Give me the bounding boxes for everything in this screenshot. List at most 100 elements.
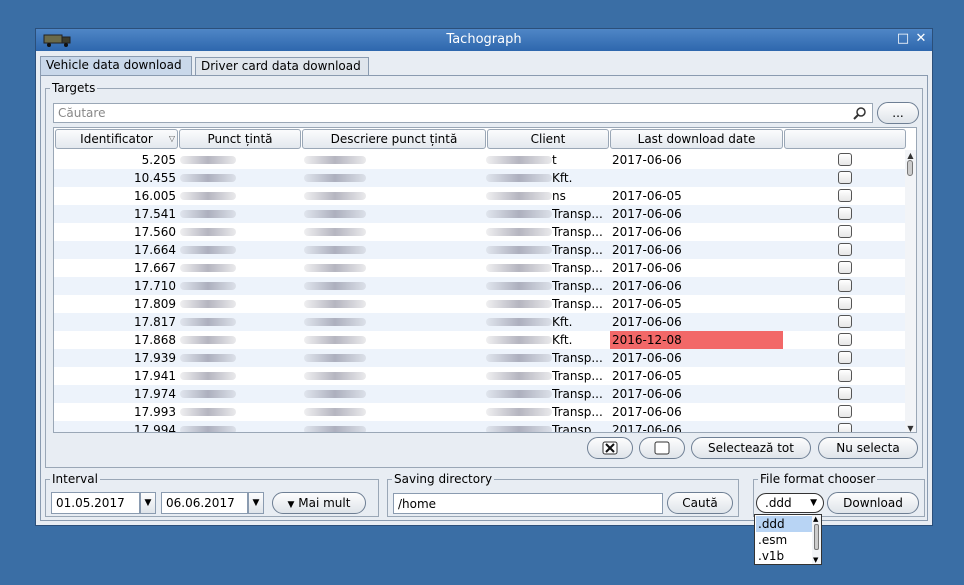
table-row[interactable]: 10.455 Kft. (54, 169, 906, 187)
row-checkbox[interactable] (838, 351, 852, 364)
title-bar[interactable]: Tachograph □ ✕ (36, 29, 932, 51)
cell-client: Kft. (552, 333, 573, 347)
cell-identificator: 10.455 (134, 171, 176, 185)
redacted-text (486, 282, 552, 290)
row-checkbox[interactable] (838, 189, 852, 202)
row-checkbox[interactable] (838, 297, 852, 310)
redacted-text (486, 318, 552, 326)
cell-last-download-date: 2017-06-06 (612, 405, 682, 419)
table-row[interactable]: 5.205 t 2017-06-06 (54, 151, 906, 169)
row-checkbox[interactable] (838, 333, 852, 346)
redacted-text (304, 264, 366, 272)
more-options-button[interactable]: ... (877, 102, 919, 124)
interval-from-dropdown[interactable]: ▼ (140, 492, 156, 514)
download-button[interactable]: Download (827, 492, 919, 514)
browse-button[interactable]: Caută (667, 492, 733, 514)
scroll-thumb[interactable] (814, 524, 819, 550)
row-checkbox[interactable] (838, 387, 852, 400)
scroll-up-icon[interactable]: ▲ (813, 515, 818, 523)
redacted-text (180, 318, 236, 326)
format-option-esm[interactable]: .esm (756, 532, 812, 548)
column-header-client[interactable]: Client (487, 129, 609, 149)
row-checkbox[interactable] (838, 225, 852, 238)
row-checkbox[interactable] (838, 279, 852, 292)
redacted-text (486, 210, 552, 218)
file-format-select[interactable]: .ddd ▼ (756, 493, 824, 513)
row-checkbox[interactable] (838, 171, 852, 184)
cell-identificator: 17.664 (134, 243, 176, 257)
table-row[interactable]: 17.560 Transp... 2017-06-06 (54, 223, 906, 241)
column-header-descriere[interactable]: Descriere punct țintă (302, 129, 486, 149)
interval-to-dropdown[interactable]: ▼ (248, 492, 264, 514)
cell-client: Transp... (552, 351, 603, 365)
select-none-button[interactable]: Nu selecta (818, 437, 918, 459)
redacted-text (304, 228, 366, 236)
scroll-down-icon[interactable]: ▼ (813, 556, 818, 564)
column-header-identificator[interactable]: Identificator ▽ (55, 129, 178, 149)
interval-to-input[interactable]: 06.06.2017 (161, 492, 248, 514)
cell-identificator: 17.974 (134, 387, 176, 401)
tachograph-window: Tachograph □ ✕ Vehicle data download Dri… (35, 28, 933, 526)
search-input[interactable]: Căutare (53, 103, 873, 123)
redacted-text (486, 336, 552, 344)
row-checkbox[interactable] (838, 369, 852, 382)
dropdown-scrollbar[interactable]: ▲ ▼ (812, 515, 821, 564)
row-checkbox[interactable] (838, 153, 852, 166)
table-row[interactable]: 17.667 Transp... 2017-06-06 (54, 259, 906, 277)
more-interval-button[interactable]: ▼ Mai mult (272, 492, 366, 514)
cell-identificator: 17.939 (134, 351, 176, 365)
cell-identificator: 17.868 (134, 333, 176, 347)
cell-identificator: 17.541 (134, 207, 176, 221)
close-icon[interactable]: ✕ (914, 32, 928, 46)
row-checkbox[interactable] (838, 423, 852, 432)
row-checkbox[interactable] (838, 405, 852, 418)
table-row[interactable]: 16.005 ns 2017-06-05 (54, 187, 906, 205)
format-option-v1b[interactable]: .v1b (756, 548, 812, 564)
cell-last-download-date: 2017-06-06 (612, 315, 682, 329)
table-row[interactable]: 17.710 Transp... 2017-06-06 (54, 277, 906, 295)
table-row[interactable]: 17.809 Transp... 2017-06-05 (54, 295, 906, 313)
row-checkbox[interactable] (838, 207, 852, 220)
redacted-text (180, 210, 236, 218)
table-row[interactable]: 17.868 Kft. 2016-12-08 (54, 331, 906, 349)
select-all-button[interactable]: Selectează tot (691, 437, 811, 459)
row-checkbox[interactable] (838, 243, 852, 256)
table-row[interactable]: 17.974 Transp... 2017-06-06 (54, 385, 906, 403)
redacted-text (304, 390, 366, 398)
clear-selection-button[interactable] (587, 437, 633, 459)
redacted-text (180, 408, 236, 416)
search-icon[interactable] (852, 106, 868, 120)
maximize-icon[interactable]: □ (896, 32, 910, 46)
table-row[interactable]: 17.664 Transp... 2017-06-06 (54, 241, 906, 259)
interval-from-input[interactable]: 01.05.2017 (51, 492, 140, 514)
saving-directory-input[interactable]: /home (393, 493, 663, 514)
targets-table: Identificator ▽ Punct țintă Descriere pu… (53, 127, 917, 433)
column-header-last-download-date[interactable]: Last download date (610, 129, 783, 149)
cell-client: Transp... (552, 423, 603, 433)
table-row[interactable]: 17.941 Transp... 2017-06-05 (54, 367, 906, 385)
cell-identificator: 17.941 (134, 369, 176, 383)
table-row[interactable]: 17.939 Transp... 2017-06-06 (54, 349, 906, 367)
cell-last-download-date: 2017-06-06 (612, 153, 682, 167)
empty-checkbox-button[interactable] (639, 437, 685, 459)
row-checkbox[interactable] (838, 315, 852, 328)
column-header-select[interactable] (784, 129, 906, 149)
scroll-thumb[interactable] (907, 160, 913, 176)
row-checkbox[interactable] (838, 261, 852, 274)
vehicle-download-panel: Targets Căutare ... Identificator ▽ Punc… (40, 75, 928, 521)
redacted-text (180, 192, 236, 200)
redacted-text (180, 354, 236, 362)
redacted-text (180, 264, 236, 272)
cell-last-download-date: 2017-06-05 (612, 189, 682, 203)
format-option-ddd[interactable]: .ddd (756, 516, 812, 532)
table-row[interactable]: 17.541 Transp... 2017-06-06 (54, 205, 906, 223)
column-header-punct-tinta[interactable]: Punct țintă (179, 129, 301, 149)
scroll-down-icon[interactable]: ▼ (906, 424, 915, 432)
table-row[interactable]: 17.817 Kft. 2017-06-06 (54, 313, 906, 331)
table-row[interactable]: 17.994 Transp... 2017-06-06 (54, 421, 906, 433)
tab-driver-card-data-download[interactable]: Driver card data download (195, 57, 369, 75)
table-scrollbar[interactable]: ▲ ▼ (905, 150, 916, 432)
table-row[interactable]: 17.993 Transp... 2017-06-06 (54, 403, 906, 421)
scroll-up-icon[interactable]: ▲ (906, 151, 915, 160)
tab-vehicle-data-download[interactable]: Vehicle data download (40, 56, 192, 76)
